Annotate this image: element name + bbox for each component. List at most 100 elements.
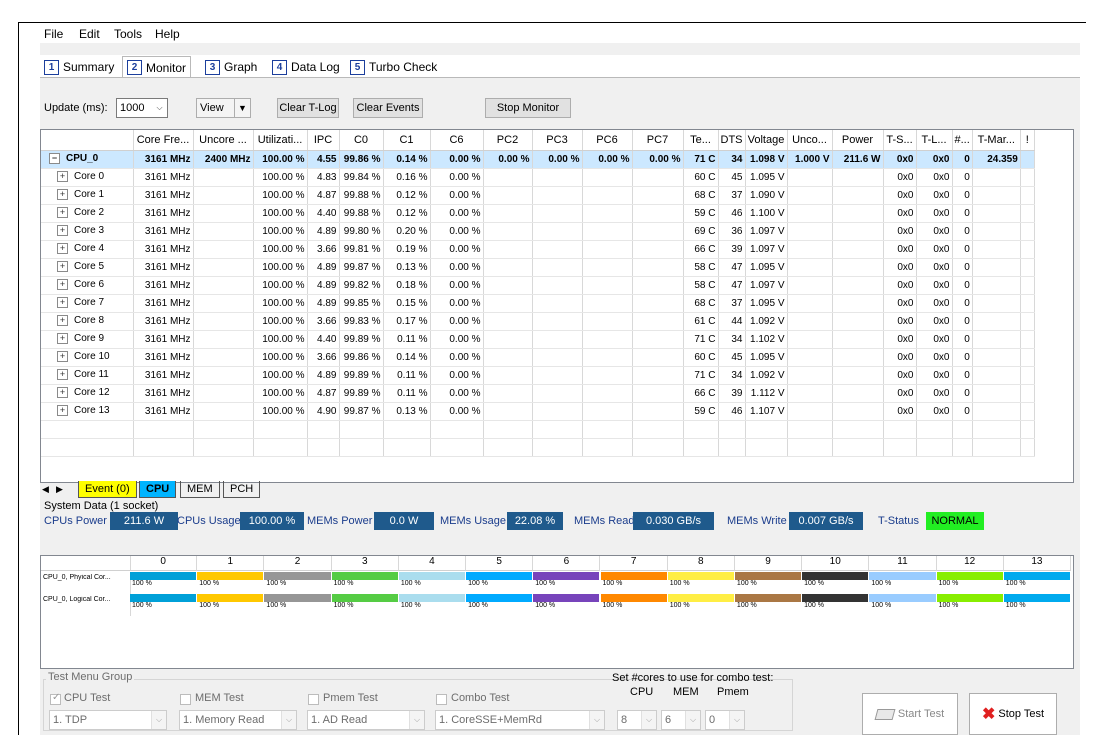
column-header[interactable]: Te...	[683, 130, 719, 151]
core-row[interactable]: + Core 13 3161 MHz 100.00 % 4.90 99.87 % 0.13 …	[41, 402, 1035, 421]
cell	[483, 240, 533, 259]
expand-icon[interactable]: +	[57, 207, 68, 219]
expand-icon[interactable]: +	[57, 243, 68, 255]
column-header[interactable]: Core Fre...	[133, 130, 194, 151]
clear-events-button[interactable]: Clear Events	[353, 98, 423, 118]
menu-tools[interactable]: Tools	[114, 27, 142, 41]
core-row[interactable]: + Core 0 3161 MHz 100.00 % 4.83 99.84 % 0.16 %…	[41, 168, 1035, 187]
expand-icon[interactable]: +	[57, 171, 68, 183]
core-row[interactable]: + Core 2 3161 MHz 100.00 % 4.40 99.88 % 0.12 %…	[41, 204, 1035, 223]
tab-monitor[interactable]: 2 Monitor	[122, 56, 192, 78]
combo-test-checkbox[interactable]	[436, 694, 447, 705]
column-header[interactable]: Utilizati...	[253, 130, 308, 151]
tab-data-log[interactable]: 4 Data Log	[268, 58, 344, 76]
column-header[interactable]: #...	[952, 130, 973, 151]
expand-icon[interactable]: +	[57, 297, 68, 309]
cell: 99.89 %	[339, 366, 384, 385]
pmem-test-select[interactable]: 1. AD Read ⌵	[307, 710, 425, 730]
cell: 71 C	[683, 150, 719, 169]
column-header[interactable]: C0	[339, 130, 384, 151]
clear-tlog-button[interactable]: Clear T-Log	[277, 98, 339, 118]
tab-summary[interactable]: 1 Summary	[40, 58, 118, 76]
stop-test-button[interactable]: ✖ Stop Test	[969, 693, 1057, 735]
core-row[interactable]: + Core 3 3161 MHz 100.00 % 4.89 99.80 % 0.20 %…	[41, 222, 1035, 241]
expand-icon[interactable]: +	[57, 387, 68, 399]
combo-pmem-cores-select[interactable]: 0 ⌵	[705, 710, 745, 730]
column-header[interactable]: T-Mar...	[972, 130, 1021, 151]
column-header[interactable]: T-L...	[916, 130, 953, 151]
column-header[interactable]: Power	[832, 130, 884, 151]
core-row[interactable]: + Core 4 3161 MHz 100.00 % 3.66 99.81 % 0.19 %…	[41, 240, 1035, 259]
core-row[interactable]: + Core 8 3161 MHz 100.00 % 3.66 99.83 % 0.17 %…	[41, 312, 1035, 331]
core-row[interactable]: + Core 5 3161 MHz 100.00 % 4.89 99.87 % 0.13 %…	[41, 258, 1035, 277]
expand-icon[interactable]: +	[57, 405, 68, 417]
column-header[interactable]	[41, 130, 134, 151]
stop-monitor-button[interactable]: Stop Monitor	[485, 98, 571, 118]
cpu-test-checkbox[interactable]: ✓	[50, 692, 61, 705]
cell	[1020, 222, 1035, 241]
mem-test-checkbox[interactable]	[180, 694, 191, 705]
menu-file[interactable]: File	[44, 27, 63, 41]
column-header[interactable]: PC7	[632, 130, 684, 151]
column-header[interactable]: PC6	[582, 130, 633, 151]
scroll-right-icon[interactable]: ▶	[54, 481, 65, 497]
util-bar	[466, 594, 533, 602]
core-row[interactable]: + Core 11 3161 MHz 100.00 % 4.89 99.89 % 0.11 …	[41, 366, 1035, 385]
menu-help[interactable]: Help	[155, 27, 180, 41]
cpu-row[interactable]: − CPU_0 3161 MHz 2400 MHz 100.00 % 4.55 99.86 …	[41, 150, 1035, 169]
sheet-tab-cpu[interactable]: CPU	[139, 481, 177, 498]
pmem-test-checkbox[interactable]	[308, 694, 319, 705]
cpu-test-select[interactable]: 1. TDP ⌵	[49, 710, 167, 730]
core-row[interactable]: + Core 10 3161 MHz 100.00 % 3.66 99.86 % 0.14 …	[41, 348, 1035, 367]
column-header[interactable]: IPC	[307, 130, 340, 151]
tab-turbo-check[interactable]: 5 Turbo Check	[346, 58, 441, 76]
collapse-icon[interactable]: −	[49, 153, 60, 165]
column-header[interactable]: C1	[383, 130, 431, 151]
cell: 71 C	[683, 330, 719, 349]
start-test-button[interactable]: Start Test	[862, 693, 958, 735]
view-dropdown[interactable]: View ▼	[196, 98, 251, 118]
sheet-tab-event[interactable]: Event (0)	[78, 481, 137, 498]
column-header[interactable]: PC3	[532, 130, 583, 151]
sheet-tab-mem[interactable]: MEM	[180, 481, 220, 498]
system-stat-value: 0.007 GB/s	[789, 512, 863, 530]
column-header[interactable]: PC2	[483, 130, 533, 151]
column-header[interactable]: Uncore ...	[193, 130, 254, 151]
cell: 1.095 V	[745, 294, 788, 313]
sheet-tab-pch[interactable]: PCH	[223, 481, 261, 498]
expand-icon[interactable]: +	[57, 351, 68, 363]
tab-graph[interactable]: 3 Graph	[201, 58, 261, 76]
combo-mem-cores-select[interactable]: 6 ⌵	[661, 710, 701, 730]
core-row[interactable]: + Core 7 3161 MHz 100.00 % 4.89 99.85 % 0.15 %…	[41, 294, 1035, 313]
cell: 100.00 %	[253, 402, 308, 421]
expand-icon[interactable]: +	[57, 261, 68, 273]
core-row[interactable]: + Core 12 3161 MHz 100.00 % 4.87 99.89 % 0.11 …	[41, 384, 1035, 403]
expand-icon[interactable]: +	[57, 369, 68, 381]
combo-test-select[interactable]: 1. CoreSSE+MemRd ⌵	[435, 710, 605, 730]
expand-icon[interactable]: +	[57, 333, 68, 345]
scroll-left-icon[interactable]: ◀	[40, 481, 51, 497]
monitor-table[interactable]: Core Fre... Uncore ... Utilizati... IPC C0 C1…	[40, 129, 1074, 483]
expand-icon[interactable]: +	[57, 189, 68, 201]
core-row[interactable]: + Core 6 3161 MHz 100.00 % 4.89 99.82 % 0.18 %…	[41, 276, 1035, 295]
column-header[interactable]: Unco...	[787, 130, 833, 151]
core-row[interactable]: + Core 1 3161 MHz 100.00 % 4.87 99.88 % 0.12 %…	[41, 186, 1035, 205]
cell	[787, 240, 833, 259]
expand-icon[interactable]: +	[57, 279, 68, 291]
expand-icon[interactable]: +	[57, 315, 68, 327]
core-row[interactable]: + Core 9 3161 MHz 100.00 % 4.40 99.89 % 0.11 %…	[41, 330, 1035, 349]
column-header[interactable]: Voltage	[745, 130, 788, 151]
update-interval-select[interactable]: 1000 ⌵	[116, 98, 168, 118]
tab-number-icon: 3	[205, 59, 220, 75]
test-group-label: Test Menu Group	[46, 671, 135, 683]
expand-icon[interactable]: +	[57, 225, 68, 237]
cell: 100.00 %	[253, 150, 308, 169]
combo-cpu-cores-select[interactable]: 8 ⌵	[617, 710, 657, 730]
menu-edit[interactable]: Edit	[79, 27, 100, 41]
column-header[interactable]: !	[1020, 130, 1035, 151]
column-header[interactable]: C6	[430, 130, 484, 151]
combo-cpu-col-label: CPU	[630, 686, 654, 698]
column-header[interactable]: T-S...	[883, 130, 917, 151]
mem-test-select[interactable]: 1. Memory Read ⌵	[179, 710, 297, 730]
column-header[interactable]: DTS	[718, 130, 746, 151]
